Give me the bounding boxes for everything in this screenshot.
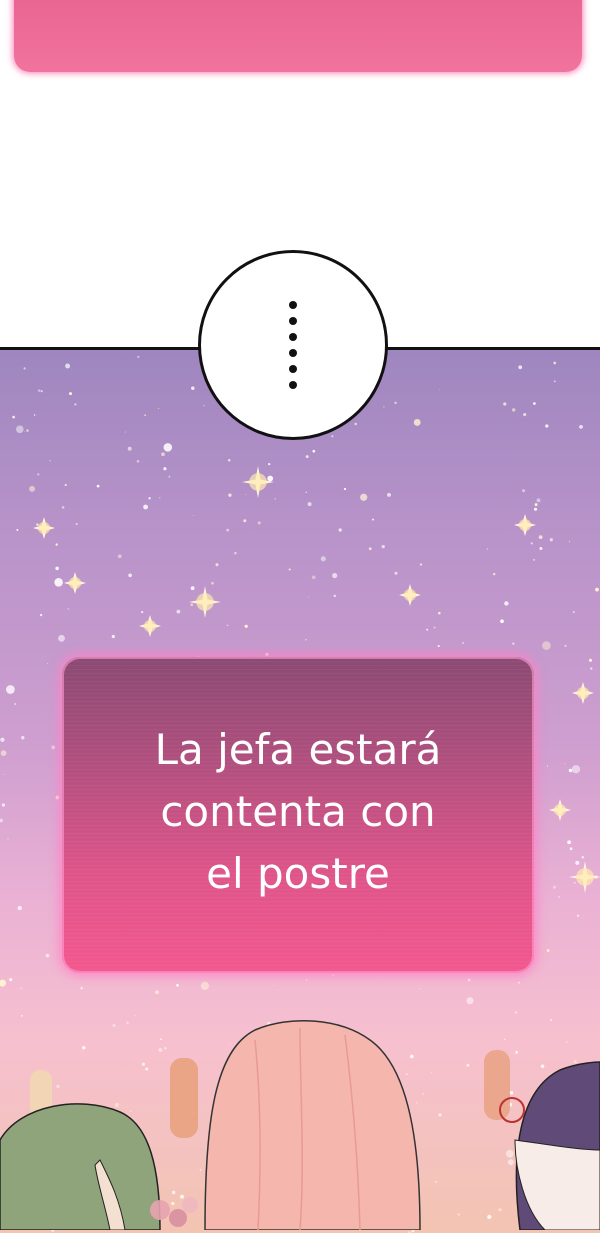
narration-caption-box: La jefa estará contenta con el postre — [62, 657, 534, 973]
ellipsis-dots — [289, 301, 297, 389]
speech-bubble — [198, 250, 388, 440]
top-caption-box — [14, 0, 582, 72]
narration-text: La jefa estará contenta con el postre — [154, 725, 442, 898]
